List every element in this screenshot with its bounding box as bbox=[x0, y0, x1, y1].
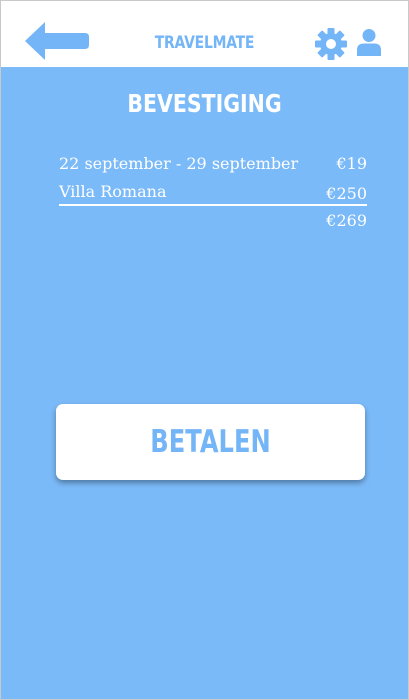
accommodation-label: Villa Romana bbox=[59, 182, 167, 201]
accommodation-price: €250 bbox=[326, 184, 367, 203]
total-price: €269 bbox=[326, 211, 367, 230]
date-range-label: 22 september - 29 september bbox=[59, 154, 299, 173]
user-icon bbox=[357, 29, 381, 56]
profile-button[interactable] bbox=[357, 28, 381, 58]
app-screen: TRAVELMATE BEVESTIGING 22 september - 29… bbox=[0, 0, 409, 700]
date-range-price: €19 bbox=[336, 154, 367, 173]
settings-button[interactable] bbox=[315, 28, 347, 60]
pay-button-label: BETALEN bbox=[150, 424, 271, 460]
page-title: BEVESTIGING bbox=[127, 89, 282, 118]
gear-icon bbox=[315, 28, 347, 60]
pay-button[interactable]: BETALEN bbox=[56, 404, 365, 480]
confirmation-panel: BEVESTIGING 22 september - 29 september … bbox=[1, 67, 408, 699]
top-bar: TRAVELMATE bbox=[1, 1, 408, 67]
summary-divider bbox=[59, 204, 367, 206]
